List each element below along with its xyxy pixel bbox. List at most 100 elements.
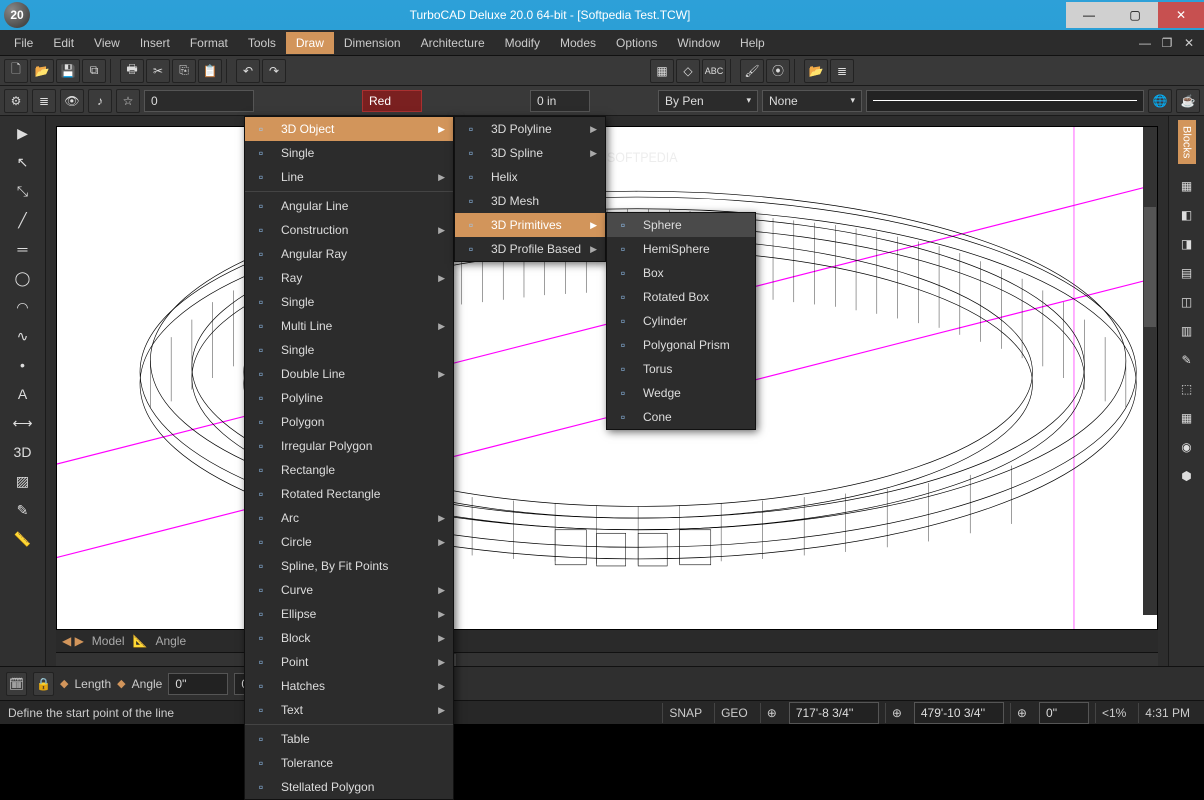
palette9-icon[interactable]: ▦: [1174, 405, 1200, 431]
menu-modify[interactable]: Modify: [495, 32, 550, 54]
draw-item-curve[interactable]: ▫Curve▶: [245, 578, 453, 602]
menu-format[interactable]: Format: [180, 32, 238, 54]
draw-item-multi-line[interactable]: ▫Multi Line▶: [245, 314, 453, 338]
length-input[interactable]: 0'': [168, 673, 228, 695]
tab-angle[interactable]: Angle: [155, 634, 186, 648]
menu-draw[interactable]: Draw: [286, 32, 334, 54]
layers2-icon[interactable]: ≣: [32, 89, 56, 113]
palette1-icon[interactable]: ▦: [1174, 173, 1200, 199]
point-tool-icon[interactable]: •: [6, 352, 40, 378]
draw-item-construction[interactable]: ▫Construction▶: [245, 218, 453, 242]
palette7-icon[interactable]: ✎: [1174, 347, 1200, 373]
draw-item-double-line[interactable]: ▫Double Line▶: [245, 362, 453, 386]
status-zoom[interactable]: <1%: [1095, 703, 1132, 723]
mdi-close[interactable]: ✕: [1178, 36, 1200, 50]
select3-tool-icon[interactable]: ⤡: [6, 178, 40, 204]
draw-item-point[interactable]: ▫Point▶: [245, 650, 453, 674]
modify-tool-icon[interactable]: ✎: [6, 497, 40, 523]
menu-options[interactable]: Options: [606, 32, 667, 54]
palette8-icon[interactable]: ⬚: [1174, 376, 1200, 402]
measure-tool-icon[interactable]: 📏: [6, 526, 40, 552]
3dobject-item-3d-spline[interactable]: ▫3D Spline▶: [455, 141, 605, 165]
folder2-icon[interactable]: 📂: [804, 59, 828, 83]
line-tool-icon[interactable]: ╱: [6, 207, 40, 233]
width-field[interactable]: 0 in: [530, 90, 590, 112]
primitive-item-hemisphere[interactable]: ▫HemiSphere: [607, 237, 755, 261]
draw-item-angular-ray[interactable]: ▫Angular Ray: [245, 242, 453, 266]
draw-item-arc[interactable]: ▫Arc▶: [245, 506, 453, 530]
circle-tool-icon[interactable]: ◯: [6, 265, 40, 291]
menu-architecture[interactable]: Architecture: [411, 32, 495, 54]
draw-item-polygon[interactable]: ▫Polygon: [245, 410, 453, 434]
palette3-icon[interactable]: ◨: [1174, 231, 1200, 257]
star-icon[interactable]: ☆: [116, 89, 140, 113]
mdi-restore[interactable]: ❐: [1156, 36, 1178, 50]
draw-item-table[interactable]: ▫Table: [245, 727, 453, 751]
menu-help[interactable]: Help: [730, 32, 775, 54]
color-red-swatch[interactable]: Red: [362, 90, 422, 112]
horizontal-scrollbar[interactable]: [56, 652, 1158, 666]
hatch-tool-icon[interactable]: ▨: [6, 468, 40, 494]
curve-tool-icon[interactable]: ∿: [6, 323, 40, 349]
open-icon[interactable]: 📂: [30, 59, 54, 83]
primitive-item-torus[interactable]: ▫Torus: [607, 357, 755, 381]
palette6-icon[interactable]: ▥: [1174, 318, 1200, 344]
copy-icon[interactable]: ⎘: [172, 59, 196, 83]
select-tool-icon[interactable]: ▶: [6, 120, 40, 146]
save-icon[interactable]: 💾: [56, 59, 80, 83]
draw-item-circle[interactable]: ▫Circle▶: [245, 530, 453, 554]
linestyle-dropdown[interactable]: None: [762, 90, 862, 112]
print-icon[interactable]: 🖶: [120, 59, 144, 83]
lock-icon[interactable]: 🔒: [33, 672, 54, 696]
status-geo[interactable]: GEO: [714, 703, 754, 723]
layers-icon[interactable]: ≣: [830, 59, 854, 83]
paste-icon[interactable]: 📋: [198, 59, 222, 83]
undo-icon[interactable]: ↶: [236, 59, 260, 83]
menu-window[interactable]: Window: [667, 32, 730, 54]
palette5-icon[interactable]: ◫: [1174, 289, 1200, 315]
palette2-icon[interactable]: ◧: [1174, 202, 1200, 228]
draw-item-polyline[interactable]: ▫Polyline: [245, 386, 453, 410]
eye-icon[interactable]: 👁: [60, 89, 84, 113]
primitive-item-cylinder[interactable]: ▫Cylinder: [607, 309, 755, 333]
status-x[interactable]: 717'-8 3/4'': [789, 702, 879, 724]
vertical-scrollbar[interactable]: [1143, 127, 1157, 615]
draw-item-single[interactable]: ▫Single: [245, 141, 453, 165]
draw-item-angular-line[interactable]: ▫Angular Line: [245, 194, 453, 218]
3dobject-item-helix[interactable]: ▫Helix: [455, 165, 605, 189]
blocks-panel-tab[interactable]: Blocks: [1178, 120, 1196, 164]
layer-field[interactable]: 0: [144, 90, 254, 112]
cup-icon[interactable]: ☕: [1176, 89, 1200, 113]
primitive-item-cone[interactable]: ▫Cone: [607, 405, 755, 429]
palette10-icon[interactable]: ◉: [1174, 434, 1200, 460]
menu-file[interactable]: File: [4, 32, 43, 54]
menu-tools[interactable]: Tools: [238, 32, 286, 54]
menu-dimension[interactable]: Dimension: [334, 32, 411, 54]
gear-icon[interactable]: ⚙: [4, 89, 28, 113]
new-file-icon[interactable]: 🗋: [4, 59, 28, 83]
arc-tool-icon[interactable]: ◠: [6, 294, 40, 320]
draw-item-rectangle[interactable]: ▫Rectangle: [245, 458, 453, 482]
globe-icon[interactable]: 🌐: [1148, 89, 1172, 113]
palette4-icon[interactable]: ▤: [1174, 260, 1200, 286]
primitive-item-box[interactable]: ▫Box: [607, 261, 755, 285]
3dobject-item-3d-mesh[interactable]: ▫3D Mesh: [455, 189, 605, 213]
draw-item-ray[interactable]: ▫Ray▶: [245, 266, 453, 290]
bypen-dropdown[interactable]: By Pen: [658, 90, 758, 112]
draw-item-block[interactable]: ▫Block▶: [245, 626, 453, 650]
3dobject-item-3d-polyline[interactable]: ▫3D Polyline▶: [455, 117, 605, 141]
draw-item-tolerance[interactable]: ▫Tolerance: [245, 751, 453, 775]
eyedropper-icon[interactable]: ⦿: [766, 59, 790, 83]
primitive-item-rotated-box[interactable]: ▫Rotated Box: [607, 285, 755, 309]
draw-item-line[interactable]: ▫Line▶: [245, 165, 453, 189]
primitive-item-wedge[interactable]: ▫Wedge: [607, 381, 755, 405]
maximize-button[interactable]: ▢: [1112, 2, 1158, 28]
close-button[interactable]: ✕: [1158, 2, 1204, 28]
save-all-icon[interactable]: ⧉: [82, 59, 106, 83]
redo-icon[interactable]: ↷: [262, 59, 286, 83]
mdi-minimize[interactable]: —: [1134, 36, 1156, 50]
3dobject-item-3d-profile-based[interactable]: ▫3D Profile Based▶: [455, 237, 605, 261]
status-z[interactable]: 0'': [1039, 702, 1089, 724]
menu-edit[interactable]: Edit: [43, 32, 84, 54]
note-icon[interactable]: ♪: [88, 89, 112, 113]
